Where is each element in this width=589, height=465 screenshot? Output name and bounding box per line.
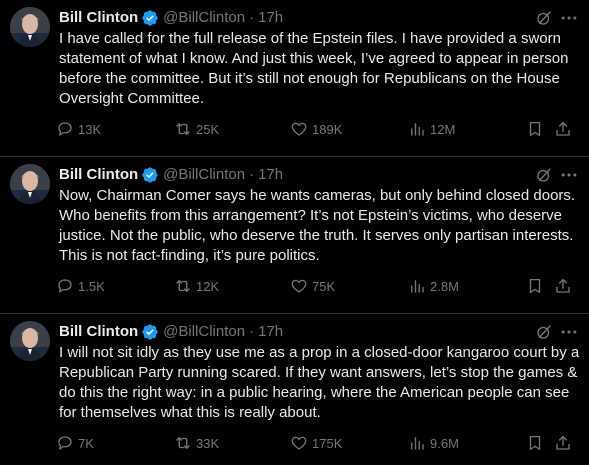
author-handle[interactable]: @BillClinton (163, 8, 245, 28)
reply-button[interactable]: 1.5K (56, 276, 105, 296)
reply-button[interactable]: 7K (56, 433, 94, 453)
views-count: 9.6M (430, 435, 459, 451)
bookmark-button[interactable] (526, 119, 548, 139)
views-chart-icon (411, 437, 424, 450)
bookmark-button[interactable] (526, 433, 548, 453)
bookmark-button[interactable] (526, 276, 548, 296)
timestamp[interactable]: 17h (258, 165, 283, 185)
reply-count: 13K (78, 121, 102, 137)
tweet-text: Now, Chairman Comer says he wants camera… (59, 187, 576, 264)
repost-icon (176, 280, 190, 292)
timestamp[interactable]: 17h (258, 8, 283, 28)
like-count: 189K (312, 121, 343, 137)
reply-count: 1.5K (78, 278, 105, 294)
bookmark-icon (529, 435, 541, 451)
reply-button[interactable]: 13K (56, 119, 101, 139)
author-handle[interactable]: @BillClinton (163, 322, 245, 342)
like-button[interactable]: 189K (290, 119, 342, 139)
views-button[interactable]: 9.6M (408, 433, 459, 453)
avatar[interactable] (10, 321, 50, 361)
separator-dot: · (249, 166, 255, 183)
repost-button[interactable]: 25K (174, 119, 219, 139)
share-button[interactable] (554, 433, 576, 453)
repost-icon (176, 437, 190, 449)
tweet[interactable]: Bill Clinton @BillClinton · 17h I will n… (0, 314, 589, 465)
share-icon (556, 121, 570, 136)
tweet-text: I will not sit idly as they use me as a … (59, 344, 580, 421)
heart-icon (291, 436, 307, 450)
grok-icon[interactable] (535, 323, 553, 341)
more-options-icon[interactable] (559, 165, 579, 185)
verified-badge-icon (142, 167, 158, 183)
tweet-actions: 13K 25K 189K 12M (56, 119, 584, 139)
tweet-header: Bill Clinton @BillClinton · 17h (59, 8, 529, 28)
share-icon (556, 278, 570, 293)
avatar[interactable] (10, 7, 50, 47)
bookmark-icon (529, 121, 541, 137)
share-button[interactable] (554, 119, 576, 139)
repost-button[interactable]: 33K (174, 433, 219, 453)
repost-button[interactable]: 12K (174, 276, 219, 296)
repost-count: 12K (196, 278, 220, 294)
avatar[interactable] (10, 164, 50, 204)
tweet-header: Bill Clinton @BillClinton · 17h (59, 165, 529, 185)
grok-icon[interactable] (535, 166, 553, 184)
more-options-icon[interactable] (559, 8, 579, 28)
verified-badge-icon (142, 324, 158, 340)
repost-count: 25K (196, 121, 220, 137)
share-icon (556, 435, 570, 450)
grok-icon[interactable] (535, 9, 553, 27)
views-button[interactable]: 2.8M (408, 276, 459, 296)
repost-icon (176, 123, 190, 135)
verified-badge-icon (142, 10, 158, 26)
timeline-feed: Bill Clinton @BillClinton · 17h I have c… (0, 0, 589, 465)
views-chart-icon (411, 280, 424, 293)
heart-icon (291, 122, 307, 136)
tweet-actions: 7K 33K 175K 9.6M (56, 433, 584, 453)
timestamp[interactable]: 17h (258, 322, 283, 342)
reply-icon (58, 122, 72, 136)
reply-icon (58, 436, 72, 450)
like-button[interactable]: 75K (290, 276, 335, 296)
views-count: 2.8M (430, 278, 459, 294)
author-name[interactable]: Bill Clinton (59, 8, 138, 28)
separator-dot: · (249, 9, 255, 26)
author-handle[interactable]: @BillClinton (163, 165, 245, 185)
like-count: 75K (312, 278, 336, 294)
repost-count: 33K (196, 435, 220, 451)
author-name[interactable]: Bill Clinton (59, 322, 138, 342)
like-count: 175K (312, 435, 343, 451)
reply-count: 7K (78, 435, 94, 451)
separator-dot: · (249, 323, 255, 340)
tweet-text: I have called for the full release of th… (59, 30, 569, 107)
views-chart-icon (411, 123, 424, 136)
tweet-header: Bill Clinton @BillClinton · 17h (59, 322, 529, 342)
author-name[interactable]: Bill Clinton (59, 165, 138, 185)
views-count: 12M (430, 121, 456, 137)
tweet[interactable]: Bill Clinton @BillClinton · 17h Now, Cha… (0, 157, 589, 314)
more-options-icon[interactable] (559, 322, 579, 342)
views-button[interactable]: 12M (408, 119, 455, 139)
tweet[interactable]: Bill Clinton @BillClinton · 17h I have c… (0, 0, 589, 157)
share-button[interactable] (554, 276, 576, 296)
like-button[interactable]: 175K (290, 433, 342, 453)
reply-icon (58, 279, 72, 293)
bookmark-icon (529, 278, 541, 294)
heart-icon (291, 279, 307, 293)
tweet-actions: 1.5K 12K 75K 2.8M (56, 276, 584, 296)
